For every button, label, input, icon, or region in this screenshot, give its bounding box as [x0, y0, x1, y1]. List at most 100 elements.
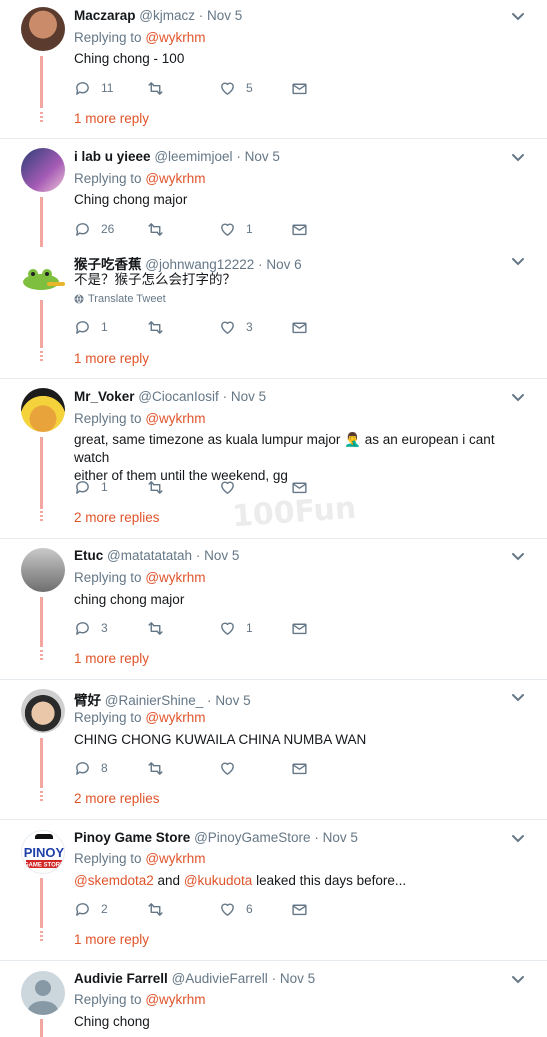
display-name[interactable]: Audivie Farrell	[74, 971, 168, 986]
display-name[interactable]: 猴子吃香蕉	[74, 257, 142, 272]
chevron-down-icon[interactable]	[511, 12, 525, 22]
handle[interactable]: @CiocanIosif	[138, 389, 219, 404]
reply-button[interactable]: 8	[74, 758, 108, 778]
chevron-down-icon[interactable]	[511, 975, 525, 985]
dm-button[interactable]	[291, 899, 308, 919]
envelope-icon	[291, 479, 308, 496]
avatar[interactable]	[21, 388, 65, 432]
handle[interactable]: @AudivieFarrell	[172, 971, 268, 986]
more-replies-link[interactable]: 2 more replies	[74, 510, 160, 525]
retweet-button[interactable]	[147, 899, 174, 919]
chevron-down-icon[interactable]	[511, 552, 525, 562]
reply-button[interactable]: 2	[74, 899, 108, 919]
dm-button[interactable]	[291, 618, 308, 638]
display-name[interactable]: Pinoy Game Store	[74, 830, 190, 845]
display-name[interactable]: Maczarap	[74, 8, 136, 23]
like-button[interactable]: 3	[219, 317, 253, 337]
retweet-button[interactable]	[147, 618, 174, 638]
display-name[interactable]: 臂好	[74, 693, 101, 708]
date[interactable]: Nov 5	[231, 389, 266, 404]
translate-link[interactable]: Translate Tweet	[74, 293, 166, 305]
avatar[interactable]	[21, 689, 65, 733]
dm-button[interactable]	[291, 219, 308, 239]
reply-button[interactable]: 1	[74, 317, 108, 337]
handle[interactable]: @matatatatah	[107, 548, 192, 563]
reply-count: 1	[101, 480, 108, 494]
retweet-button[interactable]	[147, 317, 174, 337]
avatar[interactable]	[21, 7, 65, 51]
avatar[interactable]	[21, 548, 65, 592]
date[interactable]: Nov 5	[207, 8, 242, 23]
display-name[interactable]: Mr_Voker	[74, 389, 135, 404]
like-count: 1	[246, 222, 253, 236]
divider	[0, 960, 547, 961]
mention-link[interactable]: @wykrhm	[145, 30, 205, 45]
heart-icon	[219, 901, 236, 918]
avatar[interactable]	[21, 254, 65, 298]
chevron-down-icon[interactable]	[511, 834, 525, 844]
dm-button[interactable]	[291, 758, 308, 778]
avatar[interactable]	[21, 971, 65, 1015]
date[interactable]: Nov 6	[266, 257, 301, 272]
avatar[interactable]: PINOY GAME STORE	[21, 830, 65, 874]
chevron-down-icon[interactable]	[511, 393, 525, 403]
retweet-button[interactable]	[147, 219, 174, 239]
dm-button[interactable]	[291, 78, 308, 98]
mention-link[interactable]: @skemdota2	[74, 873, 154, 888]
more-replies-link[interactable]: 1 more reply	[74, 651, 149, 666]
like-button[interactable]: 1	[219, 219, 253, 239]
handle[interactable]: @kjmacz	[139, 8, 195, 23]
chevron-down-icon[interactable]	[511, 257, 525, 267]
date[interactable]: Nov 5	[245, 149, 280, 164]
dm-button[interactable]	[291, 317, 308, 337]
retweet-button[interactable]	[147, 758, 174, 778]
more-replies-link[interactable]: 1 more reply	[74, 932, 149, 947]
handle[interactable]: @PinoyGameStore	[194, 830, 311, 845]
reply-button[interactable]: 3	[74, 618, 108, 638]
date[interactable]: Nov 5	[215, 693, 250, 708]
tweet-text: Ching chong - 100	[74, 51, 185, 66]
envelope-icon	[291, 319, 308, 336]
like-button[interactable]: 5	[219, 78, 253, 98]
chevron-down-icon[interactable]	[511, 153, 525, 163]
mention-link[interactable]: @kukudota	[184, 873, 253, 888]
handle[interactable]: @leemimjoel	[154, 149, 232, 164]
handle[interactable]: @RainierShine_	[105, 693, 204, 708]
envelope-icon	[291, 221, 308, 238]
date[interactable]: Nov 5	[280, 971, 315, 986]
mention-link[interactable]: @wykrhm	[145, 992, 205, 1007]
mention-link[interactable]: @wykrhm	[145, 851, 205, 866]
reply-button[interactable]: 11	[74, 78, 113, 98]
date[interactable]: Nov 5	[323, 830, 358, 845]
mention-link[interactable]: @wykrhm	[145, 710, 205, 725]
date[interactable]: Nov 5	[204, 548, 239, 563]
reply-button[interactable]: 26	[74, 219, 114, 239]
like-button[interactable]	[219, 477, 246, 497]
thread-line	[40, 878, 43, 928]
like-button[interactable]: 1	[219, 618, 253, 638]
thread-dots	[40, 791, 43, 803]
dm-button[interactable]	[291, 477, 308, 497]
display-name[interactable]: Etuc	[74, 548, 103, 563]
more-replies-link[interactable]: 2 more replies	[74, 791, 160, 806]
avatar[interactable]	[21, 148, 65, 192]
more-replies-link[interactable]: 1 more reply	[74, 111, 149, 126]
like-button[interactable]: 6	[219, 899, 253, 919]
watermark: 100Fun	[230, 490, 358, 535]
tweet-text: CHING CHONG KUWAILA CHINA NUMBA WAN	[74, 732, 367, 747]
mention-link[interactable]: @wykrhm	[145, 570, 205, 585]
divider	[0, 538, 547, 539]
handle[interactable]: @johnwang12222	[145, 257, 254, 272]
chevron-down-icon[interactable]	[511, 693, 525, 703]
thread-dots	[40, 650, 43, 662]
like-button[interactable]	[219, 758, 246, 778]
mention-link[interactable]: @wykrhm	[145, 411, 205, 426]
retweet-button[interactable]	[147, 477, 174, 497]
more-replies-link[interactable]: 1 more reply	[74, 351, 149, 366]
display-name[interactable]: i lab u yieee	[74, 149, 151, 164]
heart-icon	[219, 221, 236, 238]
retweet-button[interactable]	[147, 78, 174, 98]
divider	[0, 138, 547, 139]
mention-link[interactable]: @wykrhm	[145, 171, 205, 186]
reply-button[interactable]: 1	[74, 477, 108, 497]
